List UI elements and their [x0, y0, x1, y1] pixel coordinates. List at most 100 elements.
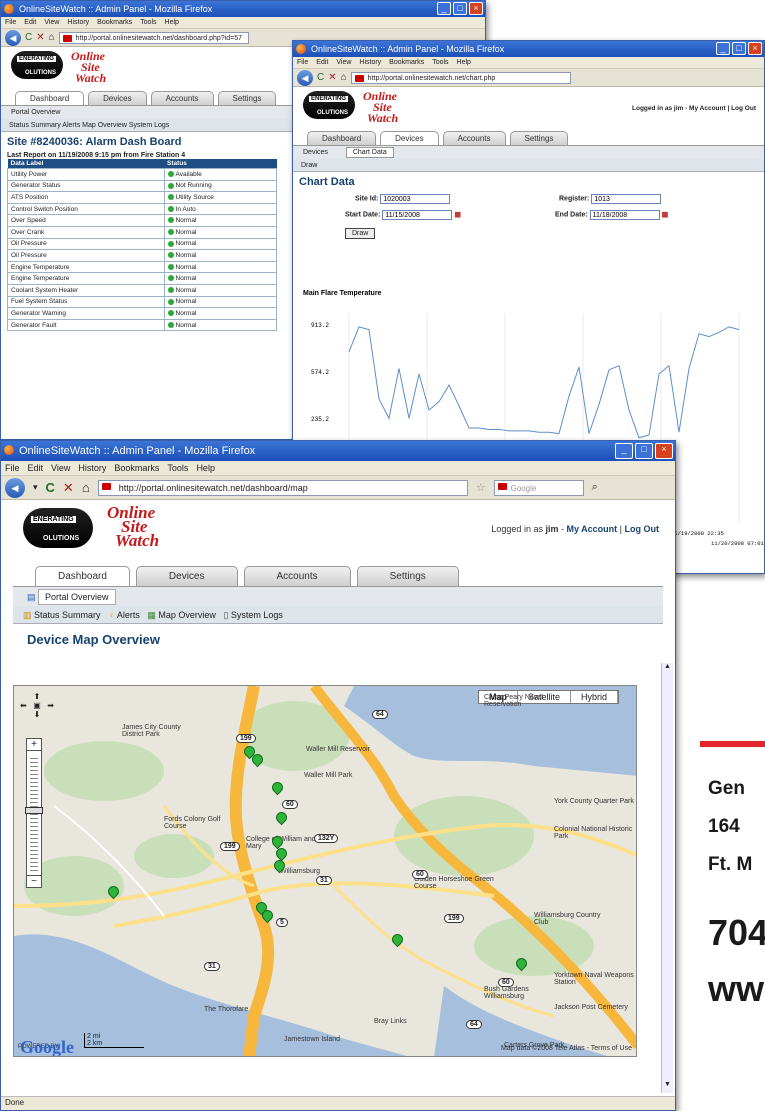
device-map[interactable]: ⬆ ⬅ ▣ ➡ ⬇ + − Map Satellite Hybrid Camp Pear…: [13, 685, 637, 1057]
tab-dashboard[interactable]: Dashboard: [15, 91, 85, 105]
scale-bar: 2 mi 2 km: [84, 1033, 144, 1048]
menu-bar: File Edit View History Bookmarks Tools Help: [1, 17, 485, 29]
site-id-input[interactable]: [380, 194, 451, 204]
map-place-label: Yorktown Naval Weapons Station: [554, 972, 634, 986]
menu-history[interactable]: History: [359, 59, 381, 66]
menu-history[interactable]: History: [78, 463, 106, 473]
calendar-icon[interactable]: ▦: [454, 212, 461, 219]
zoom-out-button[interactable]: −: [27, 875, 41, 887]
stop-icon[interactable]: ✕: [328, 72, 336, 83]
tab-devices[interactable]: Devices: [88, 91, 147, 105]
menu-view[interactable]: View: [51, 463, 70, 473]
status-ok-icon: [167, 205, 174, 212]
tab-accounts[interactable]: Accounts: [442, 131, 506, 145]
home-icon[interactable]: ⌂: [341, 72, 347, 83]
back-icon[interactable]: ◀: [297, 69, 313, 86]
forward-dropdown-icon[interactable]: ▾: [33, 482, 38, 493]
url-bar[interactable]: http://portal.onlinesitewatch.net/dashbo…: [58, 31, 249, 44]
tab-dashboard[interactable]: Dashboard: [307, 131, 377, 145]
menu-bookmarks[interactable]: Bookmarks: [97, 19, 132, 26]
tab-accounts[interactable]: Accounts: [243, 566, 351, 586]
menu-edit[interactable]: Edit: [24, 19, 36, 26]
reload-icon[interactable]: C: [25, 32, 32, 43]
map-overview-link[interactable]: Map Overview: [158, 610, 216, 620]
url-bar[interactable]: http://portal.onlinesitewatch.net/dashbo…: [97, 479, 468, 496]
row-label: Control Switch Position: [7, 202, 165, 216]
row-status: Available: [163, 168, 278, 181]
menu-file[interactable]: File: [5, 19, 16, 26]
minimize-button[interactable]: _: [615, 443, 633, 459]
close-button[interactable]: ×: [655, 443, 673, 459]
menu-tools[interactable]: Tools: [140, 19, 156, 26]
menu-tools[interactable]: Tools: [167, 463, 188, 473]
tab-settings[interactable]: Settings: [509, 131, 569, 145]
start-date-input[interactable]: [382, 210, 453, 220]
subtab-chart-data[interactable]: Chart Data: [345, 147, 394, 158]
minimize-button[interactable]: _: [716, 42, 730, 55]
reload-icon[interactable]: C: [317, 72, 324, 83]
zoom-in-button[interactable]: +: [27, 739, 41, 751]
system-logs-link[interactable]: System Logs: [231, 610, 283, 620]
maximize-button[interactable]: □: [453, 2, 467, 15]
tab-settings[interactable]: Settings: [356, 566, 459, 586]
alerts-link[interactable]: Alerts: [117, 610, 140, 620]
register-input[interactable]: [591, 194, 662, 204]
my-account-link[interactable]: My Account: [566, 524, 617, 534]
search-icon[interactable]: ⌕: [592, 481, 598, 494]
back-icon[interactable]: ◀: [5, 29, 21, 46]
menu-view[interactable]: View: [336, 59, 351, 66]
end-date-input[interactable]: [589, 210, 660, 220]
menu-bookmarks[interactable]: Bookmarks: [389, 59, 424, 66]
scrollbar[interactable]: ▲ ▼: [661, 663, 673, 1093]
maximize-button[interactable]: □: [635, 443, 653, 459]
stop-icon[interactable]: ✕: [36, 32, 44, 43]
home-icon[interactable]: ⌂: [49, 32, 55, 43]
minimize-button[interactable]: _: [437, 2, 451, 15]
subtab-bar: Devices Chart Data: [293, 145, 764, 159]
menu-edit[interactable]: Edit: [28, 463, 44, 473]
map-type-hybrid[interactable]: Hybrid: [571, 691, 619, 703]
calendar-icon[interactable]: ▦: [662, 212, 669, 219]
reload-icon[interactable]: C: [46, 480, 55, 495]
log-out-link[interactable]: Log Out: [625, 524, 660, 534]
menu-help[interactable]: Help: [196, 463, 215, 473]
menu-tools[interactable]: Tools: [432, 59, 448, 66]
tab-devices[interactable]: Devices: [380, 131, 439, 145]
menu-edit[interactable]: Edit: [316, 59, 328, 66]
tab-settings[interactable]: Settings: [217, 91, 277, 105]
map-canvas: [14, 686, 636, 1056]
tab-dashboard[interactable]: Dashboard: [35, 566, 130, 586]
back-icon[interactable]: ◀: [5, 477, 25, 498]
menu-file[interactable]: File: [297, 59, 308, 66]
status-summary-link[interactable]: Status Summary: [34, 610, 101, 620]
close-button[interactable]: ×: [748, 42, 762, 55]
url-bar[interactable]: http://portal.onlinesitewatch.net/chart.…: [350, 71, 571, 84]
menu-bookmarks[interactable]: Bookmarks: [114, 463, 159, 473]
menu-history[interactable]: History: [67, 19, 89, 26]
map-place-label: Bray Links: [374, 1018, 407, 1025]
subtab-portal-overview[interactable]: Portal Overview: [38, 589, 116, 605]
draw-link[interactable]: Draw: [293, 159, 764, 172]
menu-help[interactable]: Help: [165, 19, 179, 26]
stop-icon[interactable]: ✕: [63, 480, 74, 496]
menu-help[interactable]: Help: [457, 59, 471, 66]
subtab-bar: Portal Overview: [1, 105, 301, 119]
close-button[interactable]: ×: [469, 2, 483, 15]
search-input[interactable]: Google: [493, 479, 584, 496]
tab-devices[interactable]: Devices: [135, 566, 238, 586]
draw-button[interactable]: Draw: [345, 228, 376, 239]
zoom-slider[interactable]: + −: [25, 738, 43, 888]
subtab-portal-overview[interactable]: Portal Overview: [11, 109, 60, 116]
map-pan-control[interactable]: ⬆ ⬅ ▣ ➡ ⬇: [20, 692, 54, 719]
home-icon[interactable]: ⌂: [82, 480, 90, 495]
menu-view[interactable]: View: [44, 19, 59, 26]
route-shield: 64: [466, 1020, 482, 1029]
tab-accounts[interactable]: Accounts: [150, 91, 214, 105]
bookmark-star-icon[interactable]: ☆: [476, 481, 486, 494]
subtab-devices[interactable]: Devices: [303, 149, 328, 156]
window-title: OnlineSiteWatch :: Admin Panel - Mozilla…: [311, 44, 505, 54]
overview-links[interactable]: Status Summary Alerts Map Overview Syste…: [1, 119, 301, 132]
maximize-button[interactable]: □: [732, 42, 746, 55]
zoom-handle[interactable]: [25, 807, 43, 814]
menu-file[interactable]: File: [5, 463, 20, 473]
